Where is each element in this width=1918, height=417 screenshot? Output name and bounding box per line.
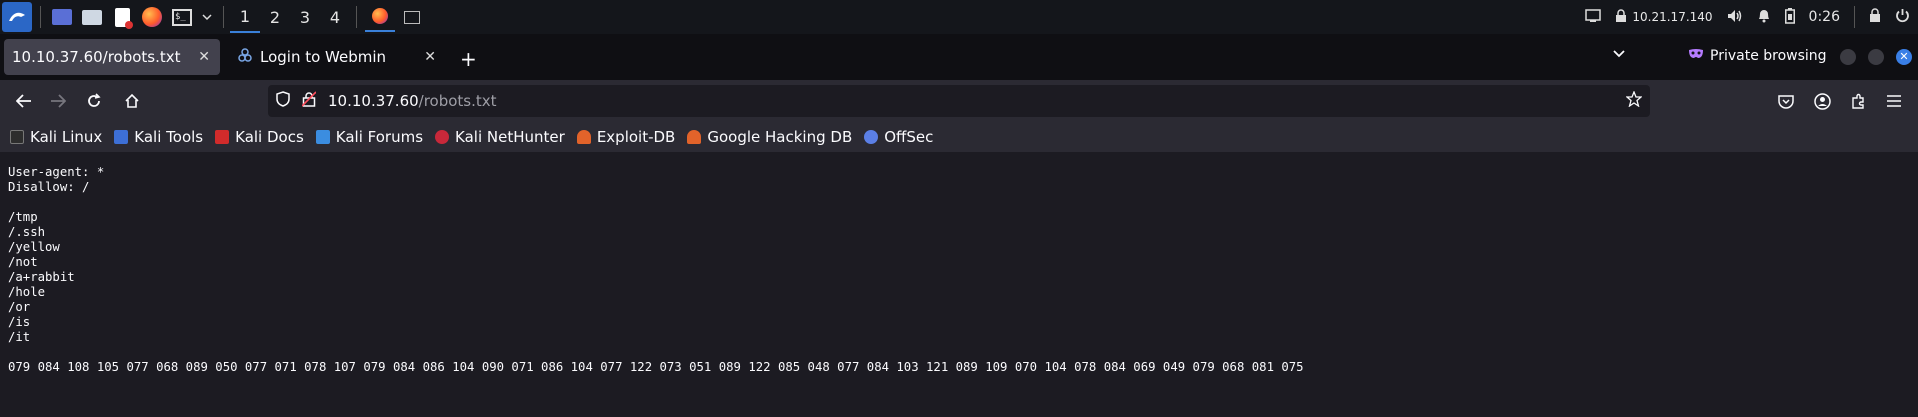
list-all-tabs-chevron-icon[interactable]	[1612, 47, 1626, 63]
navigation-toolbar: 10.10.37.60/robots.txt	[0, 80, 1918, 122]
extensions-icon[interactable]	[1846, 89, 1870, 113]
system-tray: 10.21.17.140 0:26	[1585, 0, 1918, 34]
bookmarks-toolbar: Kali Linux Kali Tools Kali Docs Kali For…	[0, 122, 1918, 152]
bookmark-kali-linux[interactable]: Kali Linux	[10, 128, 102, 146]
private-browsing-indicator: Private browsing	[1688, 48, 1827, 64]
url-path: /robots.txt	[418, 92, 497, 110]
bookmark-label: Kali Docs	[235, 128, 304, 146]
vpn-ip: 10.21.17.140	[1632, 10, 1713, 24]
bookmark-label: Google Hacking DB	[707, 128, 853, 146]
display-icon[interactable]	[1585, 8, 1602, 26]
workspace-1[interactable]: 1	[230, 1, 260, 33]
tab-title: 10.10.37.60/robots.txt	[12, 48, 181, 66]
chevron-down-icon[interactable]	[199, 4, 215, 30]
kali-linux-favicon-icon	[10, 130, 24, 144]
back-arrow-icon[interactable]	[12, 89, 36, 113]
firefox-icon[interactable]	[139, 4, 165, 30]
bookmark-label: Kali Forums	[335, 128, 424, 146]
minimize-button[interactable]	[1840, 49, 1856, 65]
tab-title: Login to Webmin	[260, 48, 387, 66]
bookmark-label: Kali Linux	[30, 128, 103, 146]
kali-forums-favicon-icon	[315, 130, 330, 144]
bookmark-offsec[interactable]: OffSec	[864, 128, 933, 146]
browser-tab-bar: 10.10.37.60/robots.txt ✕ Login to Webmin…	[0, 34, 1918, 80]
account-icon[interactable]	[1810, 89, 1834, 113]
close-tab-icon[interactable]: ✕	[424, 49, 436, 65]
kali-docs-favicon-icon	[215, 130, 230, 144]
lock-screen-icon[interactable]	[1869, 8, 1881, 26]
system-taskbar: $_ 1 2 3 4 10.21.17.140 0:26	[0, 0, 1918, 34]
bookmark-label: Kali NetHunter	[455, 128, 565, 146]
text-editor-icon[interactable]	[109, 4, 135, 30]
power-icon[interactable]	[1895, 8, 1910, 26]
webmin-favicon-icon	[238, 48, 252, 66]
private-browsing-label: Private browsing	[1710, 48, 1827, 64]
bookmark-kali-forums[interactable]: Kali Forums	[315, 128, 424, 146]
volume-icon[interactable]	[1727, 9, 1743, 26]
workspace-4[interactable]: 4	[320, 1, 350, 33]
url-text[interactable]: 10.10.37.60/robots.txt	[328, 92, 497, 110]
home-icon[interactable]	[120, 89, 144, 113]
vpn-indicator[interactable]: 10.21.17.140	[1615, 8, 1713, 26]
close-tab-icon[interactable]: ✕	[198, 49, 210, 65]
close-window-button[interactable]: ✕	[1896, 49, 1912, 65]
bookmark-label: OffSec	[884, 128, 934, 146]
bookmark-label: Exploit-DB	[596, 128, 676, 146]
firefox-window-icon[interactable]	[365, 2, 395, 32]
page-content: User-agent: * Disallow: / /tmp /.ssh /ye…	[0, 152, 1918, 417]
battery-icon[interactable]	[1784, 7, 1795, 27]
new-tab-plus-icon[interactable]: +	[460, 47, 477, 71]
workspace-2[interactable]: 2	[260, 1, 290, 33]
bookmark-exploit-db[interactable]: Exploit-DB	[576, 128, 676, 146]
shield-icon[interactable]	[276, 91, 290, 111]
private-mask-icon	[1688, 48, 1704, 64]
notifications-bell-icon[interactable]	[1757, 8, 1771, 26]
reload-icon[interactable]	[82, 89, 106, 113]
vpn-lock-icon	[1615, 8, 1627, 26]
kali-nethunter-favicon-icon	[435, 130, 450, 144]
bookmark-label: Kali Tools	[134, 128, 204, 146]
pocket-icon[interactable]	[1774, 89, 1798, 113]
url-host: 10.10.37.60	[328, 92, 419, 110]
maximize-button[interactable]	[1868, 49, 1884, 65]
insecure-lock-icon[interactable]	[301, 91, 317, 111]
tab-robots-txt[interactable]: 10.10.37.60/robots.txt ✕	[4, 39, 220, 75]
ghdb-favicon-icon	[687, 130, 702, 144]
bookmark-kali-docs[interactable]: Kali Docs	[215, 128, 304, 146]
file-manager-icon[interactable]	[79, 4, 105, 30]
terminal-icon[interactable]: $_	[169, 4, 195, 30]
offsec-favicon-icon	[864, 130, 879, 144]
clock[interactable]: 0:26	[1809, 9, 1840, 25]
terminal-window-icon[interactable]	[399, 4, 425, 30]
bookmark-google-hacking-db[interactable]: Google Hacking DB	[687, 128, 852, 146]
robots-txt-content: User-agent: * Disallow: / /tmp /.ssh /ye…	[8, 165, 1304, 374]
hamburger-menu-icon[interactable]	[1882, 89, 1906, 113]
bookmark-star-icon[interactable]	[1625, 90, 1643, 111]
kali-tools-favicon-icon	[114, 130, 129, 144]
workspace-3[interactable]: 3	[290, 1, 320, 33]
bookmark-kali-tools[interactable]: Kali Tools	[114, 128, 203, 146]
kali-menu-icon[interactable]	[2, 2, 32, 32]
bookmark-kali-nethunter[interactable]: Kali NetHunter	[435, 128, 565, 146]
tab-webmin-login[interactable]: Login to Webmin ✕	[228, 39, 446, 75]
forward-arrow-icon[interactable]	[46, 89, 70, 113]
address-bar[interactable]: 10.10.37.60/robots.txt	[268, 85, 1650, 117]
exploit-db-favicon-icon	[576, 130, 591, 144]
show-desktop-icon[interactable]	[49, 4, 75, 30]
